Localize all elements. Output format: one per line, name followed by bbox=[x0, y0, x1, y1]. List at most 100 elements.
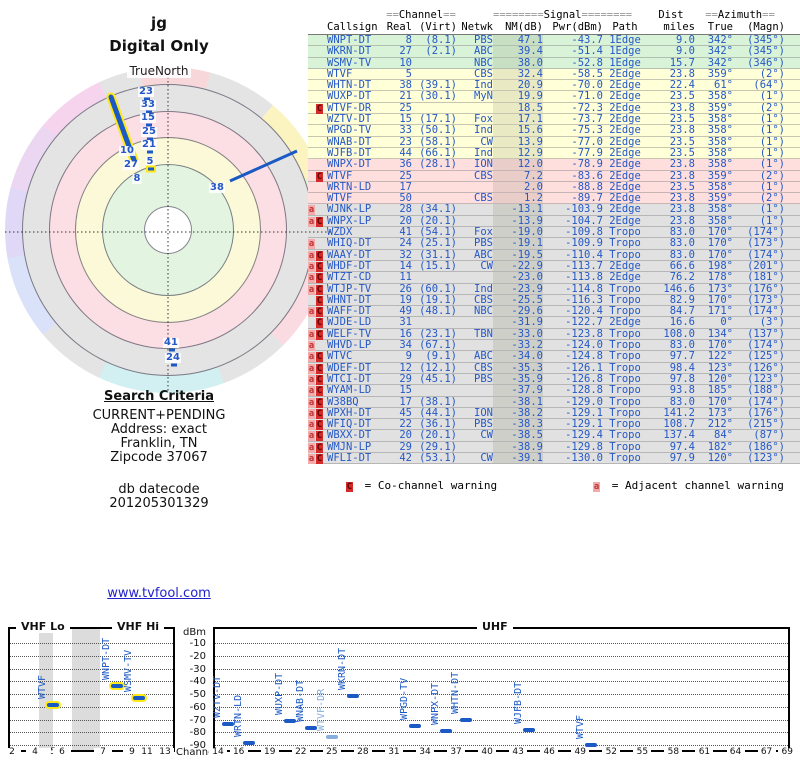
dbm-tick-label: -20 bbox=[189, 650, 206, 662]
pwr-dbm: -89.7 bbox=[571, 192, 603, 205]
real-channel: 45 bbox=[399, 406, 412, 419]
gridline bbox=[215, 655, 788, 657]
table-legend: C = Co-channel warning a = Adjacent chann… bbox=[308, 479, 800, 493]
miles: 23.8 bbox=[669, 101, 695, 114]
real-channel: 26 bbox=[399, 282, 412, 295]
gridline bbox=[215, 643, 788, 644]
azimuth-magnetic: (176°) bbox=[747, 282, 785, 295]
real-channel: 12 bbox=[399, 361, 412, 374]
callsign: WJFB-DT bbox=[327, 146, 372, 159]
signal-bar bbox=[47, 702, 59, 707]
miles: 84.7 bbox=[669, 305, 695, 318]
real-channel: 9 bbox=[405, 350, 412, 363]
tvfool-link[interactable]: www.tvfool.com bbox=[0, 586, 318, 601]
network: CW bbox=[480, 135, 493, 148]
miles: 83.0 bbox=[669, 395, 695, 408]
azimuth-magnetic: (1°) bbox=[759, 180, 785, 193]
path: 2Edge bbox=[609, 158, 641, 171]
azimuth-true: 170° bbox=[707, 248, 733, 261]
real-channel: 42 bbox=[399, 451, 412, 464]
pwr-dbm: -129.1 bbox=[565, 418, 603, 431]
page-title: jg bbox=[151, 14, 167, 32]
nm-db: 19.9 bbox=[493, 91, 543, 102]
network: CBS bbox=[474, 293, 493, 306]
azimuth-true: 185° bbox=[707, 384, 733, 397]
signal-bar-label: WNAB-DT bbox=[295, 680, 307, 723]
pwr-dbm: -126.8 bbox=[565, 372, 603, 385]
callsign: WZDX bbox=[327, 226, 353, 239]
callsign: WTJP-TV bbox=[327, 282, 372, 295]
path: Tropo bbox=[609, 384, 641, 397]
gridline bbox=[10, 643, 173, 644]
miles: 97.9 bbox=[669, 451, 695, 464]
page-subtitle: Digital Only bbox=[109, 37, 209, 55]
real-channel: 29 bbox=[399, 372, 412, 385]
nm-db: 1.2 bbox=[493, 193, 543, 204]
dbm-tick-label: -10 bbox=[189, 638, 206, 649]
channel-tick-label: 11 bbox=[138, 748, 156, 757]
azimuth-magnetic: (188°) bbox=[747, 384, 785, 397]
cochannel-warning-marker: C bbox=[316, 442, 323, 453]
azimuth-magnetic: (181°) bbox=[747, 271, 785, 284]
azimuth-true: 134° bbox=[707, 327, 733, 340]
radar-channel-label: 23 bbox=[138, 86, 154, 97]
azimuth-magnetic: (1°) bbox=[759, 203, 785, 216]
callsign: WNPX-DT bbox=[327, 158, 372, 171]
adjacent-warning-marker: a bbox=[308, 453, 315, 464]
miles: 23.8 bbox=[669, 124, 695, 137]
group-header: ==Azimuth== bbox=[705, 9, 775, 21]
path: Tropo bbox=[609, 237, 641, 250]
band-title: VHF Lo bbox=[16, 621, 70, 633]
cochannel-warning-marker: C bbox=[316, 397, 323, 408]
column-header: (Magn) bbox=[747, 21, 785, 33]
radar-channel-tick bbox=[171, 363, 177, 367]
azimuth-magnetic: (123°) bbox=[747, 451, 785, 464]
column-header: NM(dB) bbox=[505, 21, 543, 33]
column-header: Netwk bbox=[461, 21, 493, 33]
callsign: WELF-TV bbox=[327, 327, 372, 340]
signal-bar bbox=[243, 741, 256, 746]
gridline bbox=[10, 706, 173, 708]
virtual-channel: (39.1) bbox=[419, 79, 457, 92]
azimuth-true: 198° bbox=[707, 259, 733, 272]
real-channel: 29 bbox=[399, 440, 412, 453]
nm-db: 13.9 bbox=[493, 136, 543, 147]
real-channel: 16 bbox=[399, 327, 412, 340]
nm-db: -29.6 bbox=[493, 306, 543, 317]
path: Tropo bbox=[609, 395, 641, 408]
pwr-dbm: -103.9 bbox=[565, 203, 603, 216]
virtual-channel: (54.1) bbox=[419, 226, 457, 239]
real-channel: 17 bbox=[399, 180, 412, 193]
pwr-dbm: -122.7 bbox=[565, 316, 603, 329]
adjacent-warning-marker: a bbox=[308, 442, 315, 453]
miles: 97.8 bbox=[669, 372, 695, 385]
miles: 83.0 bbox=[669, 339, 695, 352]
callsign: WPXH-DT bbox=[327, 406, 372, 419]
virtual-channel: (20.1) bbox=[419, 429, 457, 442]
signal-bar-label: WKRN-DT bbox=[336, 647, 348, 690]
virtual-channel: (31.1) bbox=[419, 248, 457, 261]
azimuth-magnetic: (346°) bbox=[747, 56, 785, 69]
real-channel: 23 bbox=[399, 135, 412, 148]
channel-tick-label: 64 bbox=[726, 748, 745, 757]
callsign: WHTN-DT bbox=[327, 79, 372, 92]
radar-channel-label: 21 bbox=[141, 139, 157, 150]
gridline bbox=[215, 732, 788, 734]
nm-db: 47.1 bbox=[493, 35, 543, 45]
network: Ind bbox=[474, 79, 493, 92]
path: Tropo bbox=[609, 350, 641, 363]
path: Tropo bbox=[609, 226, 641, 239]
callsign: WMJN-LP bbox=[327, 440, 372, 453]
gridline bbox=[10, 719, 173, 721]
pwr-dbm: -75.3 bbox=[571, 124, 603, 137]
channel-tick-label: 58 bbox=[664, 748, 683, 757]
nm-db: -25.5 bbox=[493, 294, 543, 305]
network bbox=[457, 103, 493, 113]
group-header: Dist bbox=[658, 9, 684, 21]
azimuth-magnetic: (1°) bbox=[759, 135, 785, 148]
signal-bar bbox=[133, 695, 145, 700]
callsign: WTCI-DT bbox=[327, 372, 372, 385]
virtual-channel: (23.1) bbox=[419, 327, 457, 340]
azimuth-true: 120° bbox=[707, 451, 733, 464]
miles: 98.4 bbox=[669, 361, 695, 374]
